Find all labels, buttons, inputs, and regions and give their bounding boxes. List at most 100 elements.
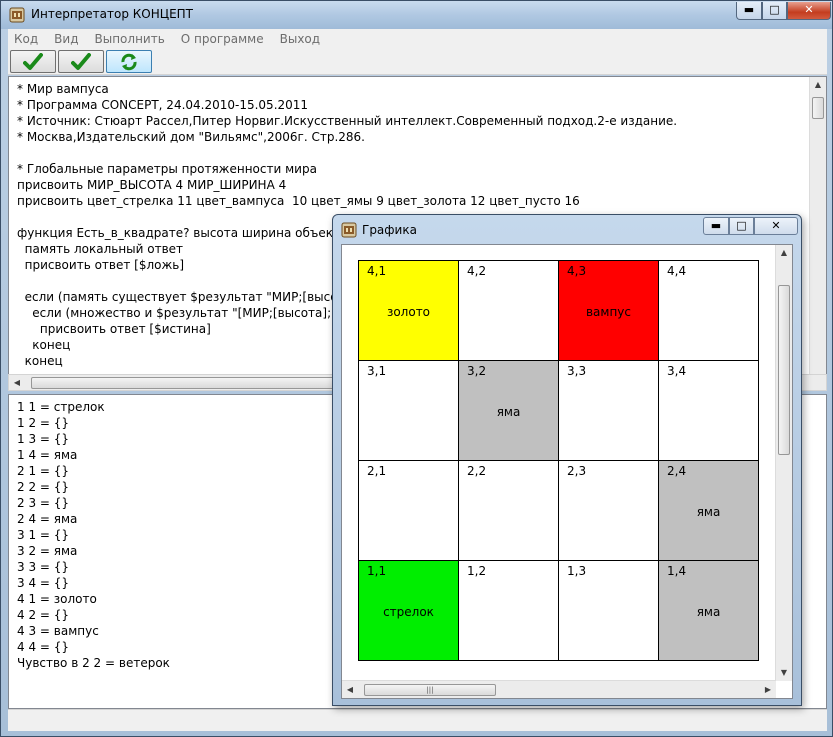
cell-coordinate: 1,4 xyxy=(667,564,687,578)
toolbar xyxy=(8,48,827,75)
grid-cell: 2,1 xyxy=(359,461,459,561)
cell-coordinate: 4,4 xyxy=(667,264,687,278)
cell-coordinate: 4,2 xyxy=(467,264,487,278)
cell-coordinate: 1,1 xyxy=(367,564,387,578)
code-line: если (множество и $результат "[МИР;[высо… xyxy=(17,306,355,320)
code-line: * Москва,Издательский дом "Вильямс",2006… xyxy=(17,130,365,144)
scroll-up-icon[interactable]: ▲ xyxy=(810,77,826,93)
output-line: 2 3 = {} xyxy=(17,496,70,510)
cell-label: стрелок xyxy=(383,605,434,619)
grid-cell: 3,3 xyxy=(559,361,659,461)
close-icon: ✕ xyxy=(804,3,814,16)
scrollbar-thumb[interactable]: ||| xyxy=(364,684,496,696)
title-bar[interactable]: Интерпретатор КОНЦЕПТ ▬ □ ✕ xyxy=(1,1,832,29)
scroll-up-icon[interactable]: ▲ xyxy=(776,245,792,261)
cell-label: золото xyxy=(386,305,431,319)
code-line: * Источник: Стюарт Рассел,Питер Норвиг.И… xyxy=(17,114,678,128)
scroll-right-icon[interactable]: ▶ xyxy=(760,682,776,698)
cell-label: вампус xyxy=(585,305,632,319)
scroll-down-icon[interactable]: ▼ xyxy=(776,665,792,681)
close-button[interactable]: ✕ xyxy=(787,2,831,20)
code-line: присвоить цвет_стрелка 11 цвет_вампуса 1… xyxy=(17,194,580,208)
code-line: * Программа CONCEPT, 24.04.2010-15.05.20… xyxy=(17,98,309,112)
check-button-1[interactable] xyxy=(10,50,56,73)
graphics-horizontal-scrollbar[interactable]: ◀ ||| ▶ xyxy=(342,680,776,698)
code-line: присвоить ответ [$ложь] xyxy=(17,258,185,272)
menu-code[interactable]: Код xyxy=(14,32,38,46)
output-line: 3 2 = яма xyxy=(17,544,78,558)
graphics-canvas: 4,1 золото 4,2 4,3 вампус 4,4 3,1 3,2 яма 3,3 3,4 2… xyxy=(341,244,793,699)
grid-cell: 4,2 xyxy=(459,261,559,361)
check-button-2[interactable] xyxy=(58,50,104,73)
output-line: 2 1 = {} xyxy=(17,464,70,478)
grid-cell: 1,4 яма xyxy=(659,561,759,661)
graphics-title-bar[interactable]: Графика ▬ □ ✕ xyxy=(333,215,801,243)
cell-coordinate: 2,2 xyxy=(467,464,487,478)
scrollbar-thumb[interactable] xyxy=(31,377,351,389)
grid-cell: 1,3 xyxy=(559,561,659,661)
refresh-button[interactable] xyxy=(106,50,152,73)
code-line: * Мир вампуса xyxy=(17,82,109,96)
code-line: * Глобальные параметры протяженности мир… xyxy=(17,162,317,176)
cell-coordinate: 1,2 xyxy=(467,564,487,578)
cell-coordinate: 2,4 xyxy=(667,464,687,478)
grid-cell: 3,1 xyxy=(359,361,459,461)
minimize-button[interactable]: ▬ xyxy=(736,2,762,20)
grid-cell: 2,2 xyxy=(459,461,559,561)
output-line: 1 4 = яма xyxy=(17,448,78,462)
grid-cell: 2,3 xyxy=(559,461,659,561)
cell-coordinate: 2,1 xyxy=(367,464,387,478)
output-line: 1 2 = {} xyxy=(17,416,70,430)
minimize-icon: ▬ xyxy=(710,219,722,232)
output-line: 1 3 = {} xyxy=(17,432,70,446)
graphics-close-button[interactable]: ✕ xyxy=(754,217,798,235)
graphics-title: Графика xyxy=(362,223,417,237)
scrollbar-thumb[interactable] xyxy=(812,97,824,119)
cell-coordinate: 2,3 xyxy=(567,464,587,478)
output-line: 2 2 = {} xyxy=(17,480,70,494)
code-line: функция Есть_в_квадрате? высота ширина о… xyxy=(17,226,340,240)
menu-about[interactable]: О программе xyxy=(181,32,264,46)
cell-label: яма xyxy=(496,405,521,419)
code-line: конец xyxy=(17,338,71,352)
grid-cell: 4,1 золото xyxy=(359,261,459,361)
cell-coordinate: 3,4 xyxy=(667,364,687,378)
maximize-icon: □ xyxy=(736,219,747,232)
menu-run[interactable]: Выполнить xyxy=(95,32,165,46)
scroll-left-icon[interactable]: ◀ xyxy=(9,375,25,391)
grid-cell: 1,1 стрелок xyxy=(359,561,459,661)
graphics-vertical-scrollbar[interactable]: ▲ ▼ xyxy=(775,245,792,681)
output-line: 3 3 = {} xyxy=(17,560,70,574)
graphics-maximize-button[interactable]: □ xyxy=(729,217,754,235)
cell-coordinate: 3,3 xyxy=(567,364,587,378)
grid-cell: 3,4 xyxy=(659,361,759,461)
grid-cell: 1,2 xyxy=(459,561,559,661)
scrollbar-thumb[interactable] xyxy=(778,285,790,455)
menu-view[interactable]: Вид xyxy=(54,32,78,46)
output-line: 1 1 = стрелок xyxy=(17,400,105,414)
menu-bar: Код Вид Выполнить О программе Выход xyxy=(8,29,827,48)
output-line: Чувство в 2 2 = ветерок xyxy=(17,656,170,670)
cell-coordinate: 1,3 xyxy=(567,564,587,578)
cell-coordinate: 4,1 xyxy=(367,264,387,278)
output-line: 2 4 = яма xyxy=(17,512,78,526)
code-line: присвоить ответ [$истина] xyxy=(17,322,211,336)
menu-exit[interactable]: Выход xyxy=(280,32,320,46)
check-icon xyxy=(23,52,43,70)
maximize-icon: □ xyxy=(769,3,780,16)
scroll-left-icon[interactable]: ◀ xyxy=(342,682,358,698)
editor-vertical-scrollbar[interactable]: ▲ xyxy=(809,77,826,375)
grid-cell: 4,3 вампус xyxy=(559,261,659,361)
maximize-button[interactable]: □ xyxy=(762,2,787,20)
close-icon: ✕ xyxy=(771,219,781,232)
status-bar xyxy=(8,709,827,731)
output-line: 4 1 = золото xyxy=(17,592,97,606)
refresh-icon xyxy=(121,53,137,70)
output-line: 3 4 = {} xyxy=(17,576,70,590)
output-line: 4 3 = вампус xyxy=(17,624,99,638)
graphics-minimize-button[interactable]: ▬ xyxy=(703,217,729,235)
grid-cell: 2,4 яма xyxy=(659,461,759,561)
output-line: 3 1 = {} xyxy=(17,528,70,542)
cell-coordinate: 3,2 xyxy=(467,364,487,378)
app-icon xyxy=(9,7,25,23)
